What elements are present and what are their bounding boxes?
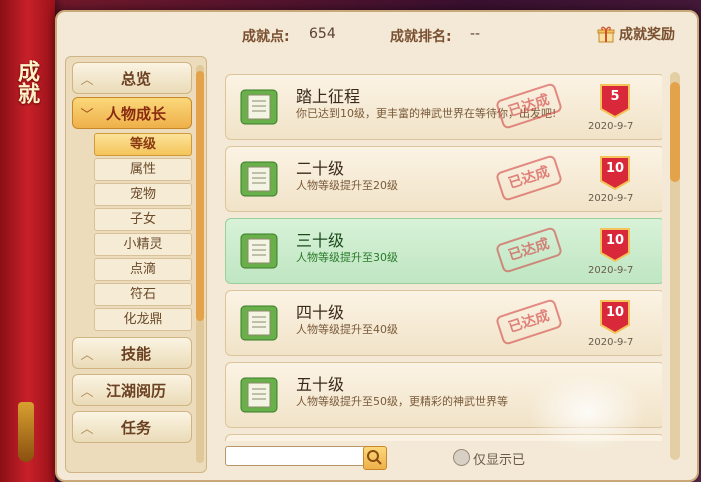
category-nav: ︿ 总览 ﹀ 人物成长 等级 属性 宠物 子女 小精灵 点滴 符石 化龙鼎 ︿ …: [65, 56, 207, 473]
nav-scrollbar[interactable]: [196, 65, 204, 463]
nav-scroll-thumb[interactable]: [196, 71, 204, 321]
reward-label: 成就奖励: [619, 27, 675, 43]
achievement-desc: 人物等级提升至20级: [296, 179, 398, 192]
rank-label: 成就排名:: [390, 29, 452, 45]
chevron-up-icon: ︿: [80, 421, 94, 437]
achieved-stamp: 已达成: [494, 226, 564, 274]
scroll-book-icon: [240, 233, 278, 269]
points-badge-value: 10: [605, 233, 625, 248]
chevron-up-icon: ︿: [80, 72, 94, 88]
subitem-runestone[interactable]: 符石: [94, 283, 192, 306]
achievement-row-selected[interactable]: 三十级 人物等级提升至30级 已达成 10 2020-9-7: [225, 218, 662, 284]
achievement-title: 四十级: [296, 303, 345, 322]
achievement-row[interactable]: 二十级 人物等级提升至20级 已达成 10 2020-9-7: [225, 146, 662, 212]
achievement-desc: 人物等级提升至50级，更精彩的神武世界等: [296, 395, 508, 408]
points-label: 成就点:: [242, 29, 290, 45]
search-button[interactable]: [363, 446, 387, 470]
achievement-row[interactable]: 五十级 人物等级提升至50级，更精彩的神武世界等: [225, 362, 662, 428]
scroll-book-icon: [240, 305, 278, 341]
subitem-attributes[interactable]: 属性: [94, 158, 192, 181]
achieved-stamp: 已达成: [494, 154, 564, 202]
subitem-sprite[interactable]: 小精灵: [94, 233, 192, 256]
achievement-date: 2020-9-7: [588, 121, 634, 132]
show-only-radio[interactable]: [453, 449, 470, 466]
achievement-row-partial[interactable]: [225, 434, 662, 441]
points-badge-value: 10: [605, 305, 625, 320]
subitem-children[interactable]: 子女: [94, 208, 192, 231]
scroll-book-icon: [240, 89, 278, 125]
subitem-level[interactable]: 等级: [94, 133, 192, 156]
list-scrollbar[interactable]: [670, 72, 680, 460]
search-input[interactable]: [225, 446, 383, 466]
achieved-stamp: 已达成: [494, 298, 564, 346]
achievement-desc: 人物等级提升至40级: [296, 323, 398, 336]
chevron-up-icon: ︿: [80, 347, 94, 363]
achievement-row[interactable]: 踏上征程 你已达到10级，更丰富的神武世界在等待你，出发吧! 已达成 5 202…: [225, 74, 662, 140]
category-skills[interactable]: ︿ 技能: [72, 337, 192, 369]
achievement-title: 三十级: [296, 231, 345, 250]
reward-button[interactable]: 成就奖励: [597, 22, 675, 46]
achievement-date: 2020-9-7: [588, 193, 634, 204]
category-label: 技能: [120, 344, 151, 363]
category-label: 任务: [120, 418, 151, 437]
subitem-pets[interactable]: 宠物: [94, 183, 192, 206]
achievement-date: 2020-9-7: [588, 337, 634, 348]
achievement-date: 2020-9-7: [588, 265, 634, 276]
category-label: 总览: [120, 69, 151, 88]
achievement-row[interactable]: 四十级 人物等级提升至40级 已达成 10 2020-9-7: [225, 290, 662, 356]
achieved-stamp: 已达成: [494, 82, 564, 130]
achievement-panel: 成就点: 654 成就排名: -- 成就奖励 ︿ 总览 ﹀ 人物成长 等级 属性…: [55, 10, 699, 482]
achievement-list: 踏上征程 你已达到10级，更丰富的神武世界在等待你，出发吧! 已达成 5 202…: [217, 66, 662, 441]
show-only-label: 仅显示已: [473, 453, 526, 468]
side-banner-title: 成就: [14, 60, 39, 104]
achievement-title: 二十级: [296, 159, 345, 178]
achievement-title: 五十级: [296, 375, 345, 394]
subitem-bits[interactable]: 点滴: [94, 258, 192, 281]
category-experience[interactable]: ︿ 江湖阅历: [72, 374, 192, 406]
gift-icon: [597, 26, 615, 43]
rank-value: --: [470, 26, 481, 42]
panel-header: 成就点: 654 成就排名: -- 成就奖励: [57, 12, 697, 56]
tassel-decoration: [18, 402, 34, 462]
category-label: 江湖阅历: [105, 381, 166, 400]
points-badge-value: 10: [605, 161, 625, 176]
scroll-book-icon: [240, 161, 278, 197]
subitem-dragon-cauldron[interactable]: 化龙鼎: [94, 308, 192, 331]
achievement-title: 踏上征程: [296, 87, 361, 106]
achievement-desc: 人物等级提升至30级: [296, 251, 398, 264]
points-value: 654: [309, 26, 336, 42]
category-overview[interactable]: ︿ 总览: [72, 62, 192, 94]
points-badge-value: 5: [610, 89, 620, 104]
scroll-book-icon: [240, 377, 278, 413]
category-label: 人物成长: [105, 104, 166, 123]
side-banner: 成就: [0, 0, 55, 482]
search-icon: [367, 450, 382, 465]
chevron-up-icon: ︿: [80, 384, 94, 400]
chevron-down-icon: ﹀: [80, 107, 94, 123]
category-quests[interactable]: ︿ 任务: [72, 411, 192, 443]
category-growth[interactable]: ﹀ 人物成长: [72, 97, 192, 129]
list-scroll-thumb[interactable]: [670, 82, 680, 182]
